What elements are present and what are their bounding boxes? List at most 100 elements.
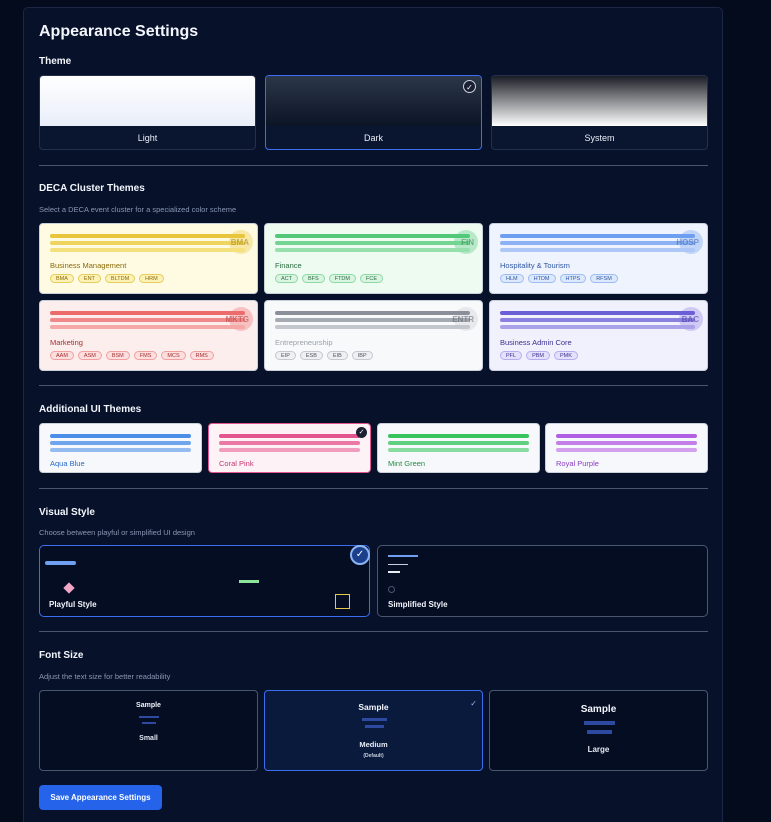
cluster-card-fin[interactable]: FIN Finance ACT BFS FTDM FCE — [264, 223, 483, 294]
cluster-name: Hospitality & Tourism — [500, 261, 570, 270]
font-size-large[interactable]: Sample Large — [489, 690, 708, 771]
ui-theme-name: Mint Green — [388, 459, 426, 468]
ui-theme-name: Aqua Blue — [50, 459, 85, 468]
cluster-card-bma[interactable]: BMA Business Management BMA ENT BLTDM HR… — [39, 223, 258, 294]
color-bar — [50, 318, 245, 322]
font-sample: Sample — [580, 704, 617, 715]
save-appearance-button[interactable]: Save Appearance Settings — [39, 785, 162, 810]
color-bar — [556, 434, 697, 438]
color-bar — [388, 441, 529, 445]
cluster-tag: PFL — [500, 351, 523, 360]
cluster-tag: FTDM — [328, 274, 356, 283]
divider — [39, 385, 708, 386]
cluster-tag: ESB — [299, 351, 323, 360]
cluster-name: Business Admin Core — [500, 338, 572, 347]
cluster-tag: PBM — [526, 351, 551, 360]
sample-line — [139, 716, 159, 718]
cluster-tag: RFSM — [590, 274, 618, 283]
preview-line — [388, 571, 400, 573]
system-preview — [492, 76, 707, 126]
cluster-card-bac[interactable]: BAC Business Admin Core PFL PBM PMK — [489, 300, 708, 371]
cluster-tag: ASM — [77, 351, 102, 360]
cluster-code: ENTR — [452, 315, 474, 324]
cluster-card-entr[interactable]: ENTR Entrepreneurship EIP ESB EIB IBP — [264, 300, 483, 371]
color-bar — [50, 241, 245, 245]
theme-option-dark[interactable]: Dark ✓ — [265, 75, 482, 150]
diamond-shape — [63, 582, 75, 594]
simplified-style-option[interactable]: Simplified Style — [377, 545, 708, 617]
color-bar — [275, 325, 470, 329]
cluster-tag: ENT — [77, 274, 101, 283]
color-bar — [50, 248, 245, 252]
playful-style-option[interactable]: Playful Style ✓ — [39, 545, 370, 617]
color-bar — [556, 441, 697, 445]
theme-option-system[interactable]: System — [491, 75, 708, 150]
color-bar — [388, 434, 529, 438]
cluster-heading: DECA Cluster Themes — [39, 183, 145, 194]
ui-theme-royal-purple[interactable]: Royal Purple — [545, 423, 708, 473]
color-bar — [275, 241, 470, 245]
selected-check-icon: ✓ — [356, 427, 367, 438]
cluster-tag: HLM — [500, 274, 524, 283]
circle-shape — [388, 586, 395, 593]
cluster-tag: ACT — [275, 274, 298, 283]
cluster-tag: FMS — [133, 351, 158, 360]
selected-check-icon: ✓ — [463, 80, 476, 93]
visual-style-label: Playful Style — [49, 600, 97, 609]
cluster-tag: HRM — [139, 274, 164, 283]
color-bar — [50, 441, 191, 445]
font-size-medium[interactable]: Sample Medium (Default) ✓ — [264, 690, 483, 771]
color-bar — [50, 448, 191, 452]
page-title: Appearance Settings — [39, 23, 199, 40]
cluster-name: Marketing — [50, 338, 83, 347]
ui-theme-mint-green[interactable]: Mint Green — [377, 423, 540, 473]
cluster-tag: BFS — [302, 274, 325, 283]
ui-theme-name: Royal Purple — [556, 459, 599, 468]
visual-style-subtitle: Choose between playful or simplified UI … — [39, 528, 195, 537]
color-bar — [556, 448, 697, 452]
preview-line — [388, 564, 408, 565]
cluster-code: FIN — [461, 238, 474, 247]
ui-theme-coral-pink[interactable]: Coral Pink ✓ — [208, 423, 371, 473]
cluster-tag: AAM — [50, 351, 74, 360]
ui-themes-heading: Additional UI Themes — [39, 404, 142, 415]
cluster-card-hosp[interactable]: HOSP Hospitality & Tourism HLM HTDM HTPS… — [489, 223, 708, 294]
color-bar — [500, 234, 695, 238]
divider — [39, 165, 708, 166]
color-bar — [275, 234, 470, 238]
font-size-small[interactable]: Sample Small — [39, 690, 258, 771]
cluster-tag: MCS — [161, 351, 186, 360]
divider — [39, 631, 708, 632]
cluster-code: MKTG — [225, 315, 249, 324]
font-size-label: Large — [587, 745, 610, 754]
sample-line — [587, 730, 612, 734]
visual-style-label: Simplified Style — [388, 600, 448, 609]
cluster-tag: HTDM — [527, 274, 556, 283]
sample-line — [365, 725, 384, 728]
preview-line — [388, 555, 418, 557]
cluster-code: BMA — [230, 238, 249, 247]
cluster-tag: EIB — [326, 351, 348, 360]
color-bar — [50, 311, 245, 315]
font-size-note: (Default) — [363, 753, 384, 759]
appearance-settings-panel: Appearance Settings Theme Light Dark ✓ S… — [23, 7, 723, 822]
font-sample: Sample — [358, 702, 389, 712]
color-bar — [500, 241, 695, 245]
cluster-tag: HTPS — [559, 274, 587, 283]
color-bar — [388, 448, 529, 452]
font-size-heading: Font Size — [39, 650, 84, 661]
cluster-card-mktg[interactable]: MKTG Marketing AAM ASM BSM FMS MCS RMS — [39, 300, 258, 371]
ui-theme-aqua-blue[interactable]: Aqua Blue — [39, 423, 202, 473]
color-bar — [500, 248, 695, 252]
theme-option-light[interactable]: Light — [39, 75, 256, 150]
ui-theme-name: Coral Pink — [219, 459, 254, 468]
color-bar — [219, 441, 360, 445]
color-bar — [275, 248, 470, 252]
font-size-label: Small — [139, 735, 158, 742]
color-bar — [275, 318, 470, 322]
cluster-name: Finance — [275, 261, 302, 270]
dark-preview — [266, 76, 481, 126]
visual-style-heading: Visual Style — [39, 507, 95, 518]
selected-check-icon: ✓ — [350, 545, 370, 565]
color-bar — [500, 318, 695, 322]
